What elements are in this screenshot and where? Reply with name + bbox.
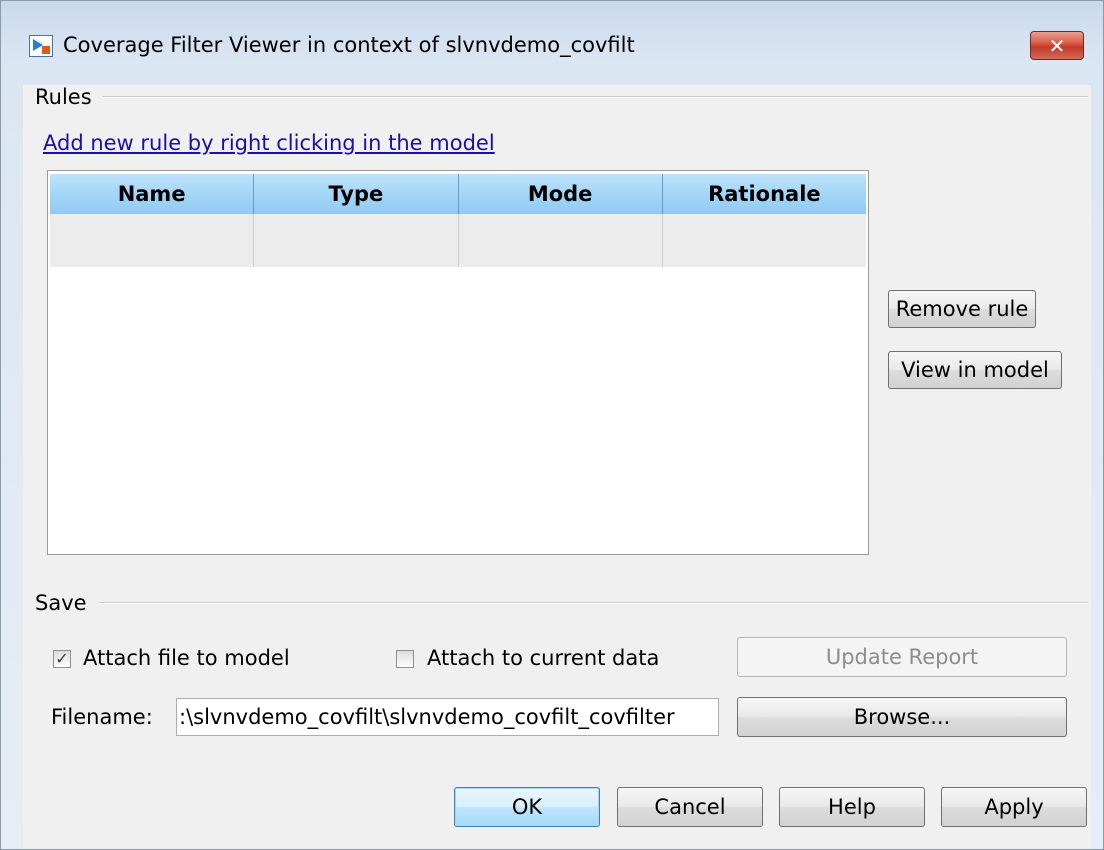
close-icon: ✕	[1048, 33, 1066, 58]
update-report-button[interactable]: Update Report	[737, 637, 1067, 677]
table-cell-type[interactable]	[254, 214, 459, 267]
remove-rule-button[interactable]: Remove rule	[888, 290, 1036, 328]
checkmark-icon: ✓	[55, 649, 69, 668]
rules-table: Name Type Mode Rationale	[47, 170, 869, 555]
attach-current-data-checkbox[interactable]	[396, 650, 414, 668]
column-header-rationale[interactable]: Rationale	[663, 174, 866, 214]
filename-input[interactable]: :\slvnvdemo_covfilt\slvnvdemo_covfilt_co…	[176, 698, 719, 736]
save-group-label: Save	[35, 591, 91, 615]
ok-button[interactable]: OK	[454, 787, 600, 827]
attach-current-data-label[interactable]: Attach to current data	[427, 646, 659, 670]
table-cell-rationale[interactable]	[663, 214, 866, 267]
column-header-mode[interactable]: Mode	[459, 174, 663, 214]
rules-table-header: Name Type Mode Rationale	[50, 174, 866, 214]
close-button[interactable]: ✕	[1030, 31, 1084, 60]
table-cell-name[interactable]	[50, 214, 255, 267]
apply-button[interactable]: Apply	[941, 787, 1087, 827]
add-rule-link[interactable]: Add new rule by right clicking in the mo…	[43, 131, 495, 155]
table-cell-mode[interactable]	[459, 214, 663, 267]
title-bar[interactable]: Coverage Filter Viewer in context of slv…	[1, 1, 1103, 85]
table-row[interactable]	[50, 214, 866, 267]
dialog-content: Rules Add new rule by right clicking in …	[23, 85, 1091, 849]
view-in-model-button[interactable]: View in model	[888, 351, 1062, 389]
window-title: Coverage Filter Viewer in context of slv…	[63, 33, 635, 57]
attach-file-checkbox[interactable]: ✓	[53, 650, 71, 668]
column-header-type[interactable]: Type	[254, 174, 459, 214]
dialog-window: Coverage Filter Viewer in context of slv…	[0, 0, 1104, 850]
help-button[interactable]: Help	[779, 787, 925, 827]
cancel-button[interactable]: Cancel	[617, 787, 763, 827]
browse-button[interactable]: Browse...	[737, 697, 1067, 737]
filename-label: Filename:	[51, 705, 153, 729]
rules-group-divider	[103, 96, 1088, 98]
save-group-divider	[99, 602, 1088, 604]
simulink-app-icon	[29, 35, 53, 57]
rules-group-label: Rules	[35, 85, 96, 109]
column-header-name[interactable]: Name	[50, 174, 255, 214]
attach-file-label[interactable]: Attach file to model	[83, 646, 290, 670]
